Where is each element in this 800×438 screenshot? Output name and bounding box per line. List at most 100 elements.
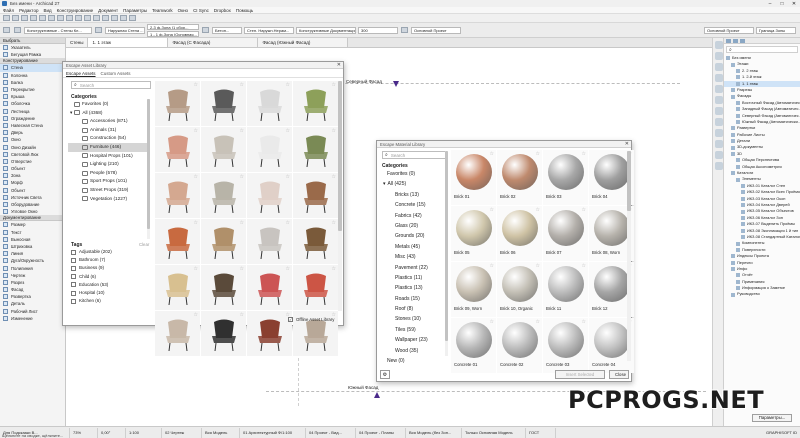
material-swatch[interactable]: Concrete 03 ☆ <box>543 318 588 373</box>
offline-library-checkbox[interactable]: ✓ <box>288 317 293 322</box>
toolbox-tool[interactable]: Окно <box>0 136 65 143</box>
angle-field[interactable]: 0,00° <box>98 427 126 438</box>
toolbox-tool[interactable]: Бегущая Рамка <box>0 51 65 58</box>
redo-icon[interactable] <box>39 15 46 21</box>
toolbox-tool[interactable]: Текст <box>0 229 65 236</box>
pen-set-field[interactable]: 01 Архитектурный Ф/1:100 <box>240 427 306 438</box>
toolbox-tool[interactable]: Навесная Стена <box>0 122 65 129</box>
favorite-star-icon[interactable]: ☆ <box>240 312 244 318</box>
favorite-star-icon[interactable]: ☆ <box>194 174 198 180</box>
toolbox-tool[interactable]: Морф <box>0 179 65 186</box>
menu-design[interactable]: Конструирование <box>57 8 94 13</box>
wall-structure-icon[interactable] <box>95 27 102 33</box>
paste-icon[interactable] <box>75 15 82 21</box>
toolbox-tool[interactable]: Балка <box>0 79 65 86</box>
material-category-item[interactable]: Fabrics (42) <box>381 211 449 221</box>
favorite-star-icon[interactable]: ☆ <box>240 174 244 180</box>
material-swatch[interactable]: Brick 07 ☆ <box>543 206 588 261</box>
toolbox-tool[interactable]: Световой Люк <box>0 151 65 158</box>
material-categories-scroll-thumb[interactable] <box>445 151 448 341</box>
material-category-item[interactable]: Concrete (15) <box>381 200 449 210</box>
maximize-button[interactable]: □ <box>776 1 788 7</box>
asset-category-item[interactable]: Sport Props (101) <box>68 177 150 186</box>
categories-scrollbar[interactable] <box>147 99 150 239</box>
undo-icon[interactable] <box>30 15 37 21</box>
menu-options[interactable]: Параметры <box>123 8 147 13</box>
zoom-in-icon[interactable] <box>111 15 118 21</box>
material-swatch[interactable]: Brick 10, Organic ☆ <box>497 262 542 317</box>
graphisoft-id[interactable]: GRAPHISOFT ID <box>763 428 800 438</box>
asset-category-item[interactable]: Animals (31) <box>68 126 150 135</box>
renovation-status-selector[interactable]: Основной Проект <box>411 26 461 34</box>
tab-escape-assets[interactable]: Escape Assets <box>66 71 96 76</box>
classification-field[interactable]: Основной Проект <box>704 26 754 34</box>
toolbox-tool[interactable]: Окно Дизайн <box>0 143 65 150</box>
geometry-method-icon[interactable] <box>3 27 10 33</box>
view-map-icon[interactable] <box>715 63 723 71</box>
material-category-item[interactable]: Favorites (0) <box>381 169 449 179</box>
asset-thumbnail[interactable]: ☆ <box>293 173 338 218</box>
asset-category-item[interactable]: Hospital Props (101) <box>68 152 150 161</box>
top-link-selector[interactable]: 2-3 ф-Зона (1 сбор... <box>147 23 199 30</box>
material-swatch[interactable]: Brick 01 ☆ <box>451 150 496 205</box>
favorite-star-icon[interactable]: ☆ <box>240 266 244 272</box>
graphic-override-field[interactable]: 04 Проект - Планы <box>356 427 406 438</box>
tag-item[interactable]: Child (6) <box>71 273 151 281</box>
material-library-close-icon[interactable]: ✕ <box>625 141 629 148</box>
categories-scroll-thumb[interactable] <box>147 99 150 229</box>
material-category-item[interactable]: Tiles (59) <box>381 325 449 335</box>
toolbox-tool[interactable]: Разрез <box>0 279 65 286</box>
asset-category-item[interactable]: People (578) <box>68 169 150 178</box>
toolbox-tool[interactable]: Полилиния <box>0 264 65 271</box>
asset-thumbnail[interactable]: ☆ <box>293 127 338 172</box>
material-search-box[interactable]: ⌕ Search <box>382 151 446 159</box>
toolbox-tool[interactable]: Источник Света <box>0 194 65 201</box>
favorite-star-icon[interactable]: ☆ <box>194 312 198 318</box>
wall-type-selector[interactable]: Наружная Стена ... <box>105 26 145 34</box>
toolbox-tool[interactable]: Ограждение <box>0 115 65 122</box>
toolbox-tool[interactable]: Выносная <box>0 236 65 243</box>
material-swatch[interactable]: Brick 02 ☆ <box>497 150 542 205</box>
favorite-star-icon[interactable]: ☆ <box>332 174 336 180</box>
material-category-item[interactable]: Plastics (13) <box>381 283 449 293</box>
tab-north-elevation[interactable]: Фасад (С Фасада) <box>168 38 259 47</box>
asset-thumbnail[interactable]: ☆ <box>201 81 246 126</box>
properties-icon[interactable] <box>715 107 723 115</box>
asset-grid-scrollbar[interactable] <box>338 81 342 311</box>
toolbox-tool[interactable]: Фасад <box>0 286 65 293</box>
surface-selector[interactable]: Стен. Наружн.Нерам... <box>244 26 294 34</box>
toolbox-tool[interactable]: Дуга/Окружность <box>0 257 65 264</box>
asset-category-item[interactable]: Furniture (446) <box>68 142 150 152</box>
renovation-filter-field[interactable]: Вся Модель (без Зон... <box>406 427 462 438</box>
render-icon[interactable] <box>715 129 723 137</box>
favorite-star-icon[interactable]: ☆ <box>490 263 494 269</box>
tag-checkbox[interactable] <box>71 257 76 263</box>
favorite-star-icon[interactable]: ☆ <box>490 151 494 157</box>
insert-selected-button[interactable]: Insert Selected <box>555 370 605 379</box>
favorite-star-icon[interactable]: ☆ <box>536 319 540 325</box>
tag-checkbox[interactable] <box>71 249 76 255</box>
asset-thumbnail[interactable]: ☆ <box>155 219 200 264</box>
asset-thumbnail[interactable]: ☆ <box>293 81 338 126</box>
asset-thumbnail[interactable]: ☆ <box>201 173 246 218</box>
material-category-item[interactable]: Roads (15) <box>381 294 449 304</box>
material-swatch[interactable]: Concrete 02 ☆ <box>497 318 542 373</box>
navigator-icon[interactable] <box>715 41 723 49</box>
menu-window[interactable]: Окно <box>178 8 188 13</box>
asset-thumbnail[interactable]: ☆ <box>201 219 246 264</box>
asset-category-item[interactable]: ▾ All (4368) <box>68 109 150 118</box>
tab-floor-1[interactable]: 1. 1 этаж <box>88 38 169 47</box>
favorite-star-icon[interactable]: ☆ <box>286 128 290 134</box>
asset-thumbnail[interactable]: ☆ <box>293 219 338 264</box>
menu-file[interactable]: Файл <box>3 8 14 13</box>
asset-thumbnail[interactable]: ☆ <box>201 265 246 310</box>
material-category-item[interactable]: Stones (10) <box>381 314 449 324</box>
teamwork-icon[interactable] <box>715 118 723 126</box>
asset-thumbnail[interactable]: ☆ <box>247 219 292 264</box>
material-category-item[interactable]: Glass (20) <box>381 221 449 231</box>
favorite-star-icon[interactable]: ☆ <box>582 207 586 213</box>
layer-combination-field[interactable]: 02 Чертеж <box>162 427 202 438</box>
asset-thumbnail[interactable]: ☆ <box>155 127 200 172</box>
favorite-star-icon[interactable]: ☆ <box>286 174 290 180</box>
favorite-star-icon[interactable]: ☆ <box>582 263 586 269</box>
